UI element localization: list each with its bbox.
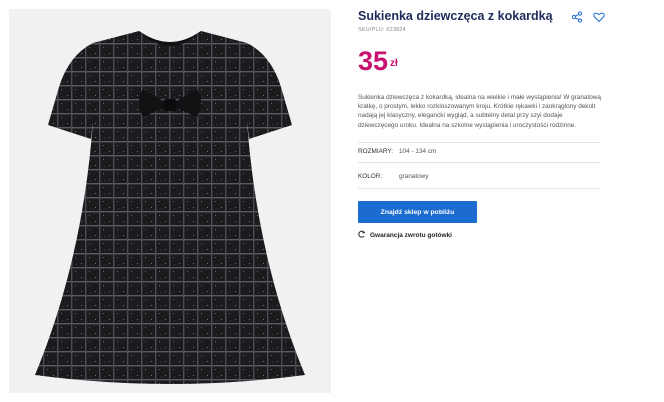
divider: [358, 162, 601, 163]
color-value: granatowy: [399, 173, 429, 180]
product-description: Sukienka dziewczęca z kokardką, idealna …: [358, 94, 601, 129]
refresh-icon: [358, 230, 366, 240]
divider: [358, 188, 601, 189]
dress-photo: [9, 9, 331, 393]
price-currency: zł: [390, 58, 398, 69]
share-icon[interactable]: [571, 11, 583, 23]
product-sku: SKU/PLU: 623824: [358, 27, 406, 33]
price-value: 35: [358, 46, 389, 76]
sizes-value: 104 - 134 cm: [399, 148, 437, 155]
guarantee-label: Gwarancja zwrotu gotówki: [370, 231, 452, 239]
sizes-label: ROZMIARY:: [358, 148, 394, 155]
find-store-button[interactable]: Znajdź sklep w pobliżu: [358, 201, 477, 223]
divider: [358, 142, 601, 143]
color-label: KOLOR:: [358, 173, 383, 180]
product-price: 35 zł: [358, 46, 398, 79]
heart-icon[interactable]: [593, 11, 605, 23]
money-back-guarantee-link[interactable]: Gwarancja zwrotu gotówki: [358, 230, 452, 240]
product-title: Sukienka dziewczęca z kokardką: [358, 9, 553, 23]
product-image[interactable]: [9, 9, 331, 393]
